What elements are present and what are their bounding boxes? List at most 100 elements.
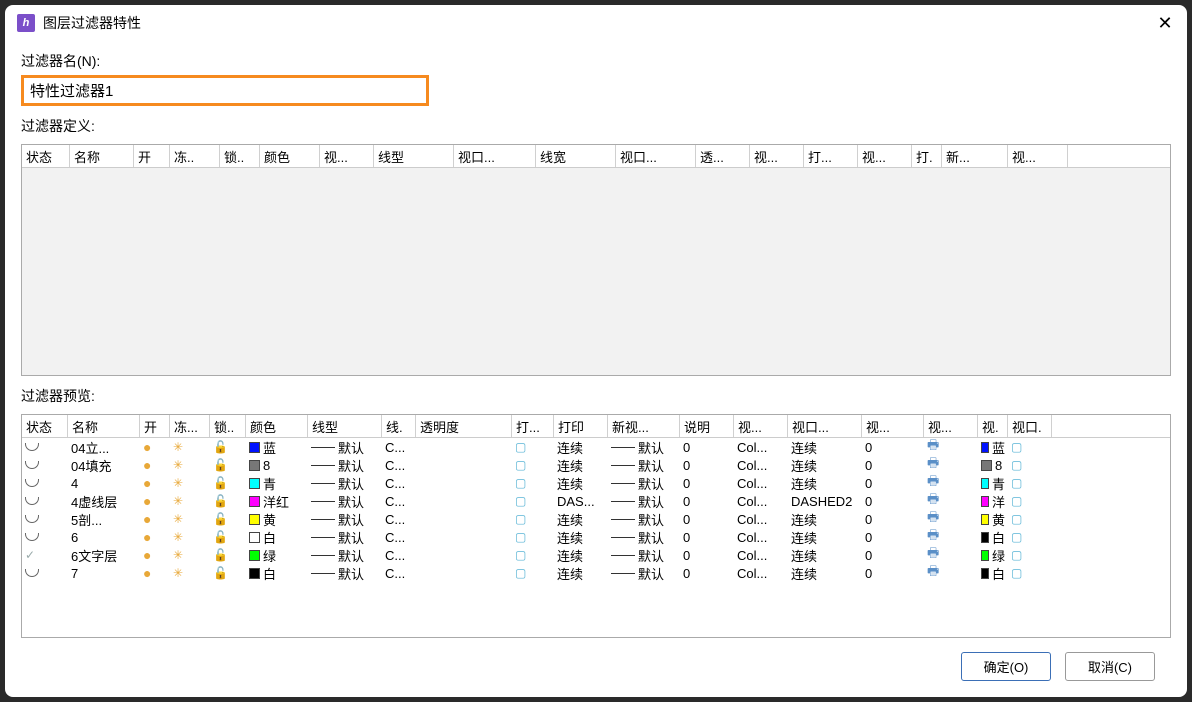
page-icon: ▢ — [515, 530, 526, 544]
table-row[interactable]: 7●✳🔓白默认C...▢连续默认0Col...连续0🖶白▢ — [22, 564, 1170, 582]
preview-col-header[interactable]: 线. — [382, 415, 416, 437]
layer-name: 6 — [71, 530, 78, 545]
def-col-header[interactable]: 状态 — [22, 145, 70, 167]
preview-col-header[interactable]: 新视... — [608, 415, 680, 437]
filter-preview-area: 状态名称开冻...锁..颜色线型线.透明度打...打印新视...说明视...视口… — [21, 414, 1171, 638]
def-col-header[interactable]: 视... — [750, 145, 804, 167]
table-row[interactable]: 4●✳🔓青默认C...▢连续默认0Col...连续0🖶青▢ — [22, 474, 1170, 492]
table-row[interactable]: ✓6文字层●✳🔓绿默认C...▢连续默认0Col...连续0🖶绿▢ — [22, 546, 1170, 564]
lock-icon: 🔓 — [213, 458, 228, 472]
status-icon — [25, 569, 39, 577]
def-col-header[interactable]: 打... — [804, 145, 858, 167]
table-row[interactable]: 04填充●✳🔓8默认C...▢连续默认0Col...连续0🖶8▢ — [22, 456, 1170, 474]
preview-col-header[interactable]: 视... — [862, 415, 924, 437]
page-icon: ▢ — [1011, 512, 1022, 526]
def-col-header[interactable]: 透... — [696, 145, 750, 167]
def-col-header[interactable]: 冻.. — [170, 145, 220, 167]
color-swatch — [249, 514, 260, 525]
color-swatch — [981, 568, 989, 579]
preview-header: 状态名称开冻...锁..颜色线型线.透明度打...打印新视...说明视...视口… — [22, 415, 1170, 438]
titlebar: h 图层过滤器特性 ✕ — [5, 5, 1187, 41]
lock-icon: 🔓 — [213, 530, 228, 544]
buttons: 确定(O) 取消(C) — [21, 642, 1171, 687]
preview-col-header[interactable]: 锁.. — [210, 415, 246, 437]
def-col-header[interactable]: 打. — [912, 145, 942, 167]
preview-col-header[interactable]: 开 — [140, 415, 170, 437]
page-icon: ▢ — [1011, 440, 1022, 454]
preview-col-header[interactable]: 视. — [978, 415, 1008, 437]
def-col-header[interactable]: 新... — [942, 145, 1008, 167]
table-row[interactable]: 04立...●✳🔓蓝默认C...▢连续默认0Col...连续0🖶蓝▢ — [22, 438, 1170, 456]
def-col-header[interactable]: 颜色 — [260, 145, 320, 167]
status-icon — [25, 515, 39, 523]
on-icon: ● — [143, 565, 151, 581]
preview-col-header[interactable]: 状态 — [22, 415, 68, 437]
check-icon: ✓ — [25, 548, 35, 562]
filter-preview-label: 过滤器预览: — [21, 386, 1171, 406]
filter-definition-area: 状态名称开冻..锁..颜色视...线型视口...线宽视口...透...视...打… — [21, 144, 1171, 376]
lock-icon: 🔓 — [213, 494, 228, 508]
color-swatch — [981, 496, 989, 507]
color-swatch — [249, 532, 260, 543]
color-swatch — [249, 496, 260, 507]
app-icon: h — [17, 14, 35, 32]
def-col-header[interactable]: 视口... — [616, 145, 696, 167]
table-row[interactable]: 6●✳🔓白默认C...▢连续默认0Col...连续0🖶白▢ — [22, 528, 1170, 546]
on-icon: ● — [143, 439, 151, 455]
preview-col-header[interactable]: 名称 — [68, 415, 140, 437]
color-swatch — [981, 442, 989, 453]
preview-col-header[interactable]: 颜色 — [246, 415, 308, 437]
layer-name: 5剖... — [71, 510, 102, 528]
table-row[interactable]: 5剖...●✳🔓黄默认C...▢连续默认0Col...连续0🖶黄▢ — [22, 510, 1170, 528]
preview-col-header[interactable]: 视口. — [1008, 415, 1052, 437]
layer-name: 4虚线层 — [71, 492, 117, 510]
def-col-header[interactable]: 视... — [1008, 145, 1068, 167]
page-icon: ▢ — [515, 548, 526, 562]
preview-col-header[interactable]: 冻... — [170, 415, 210, 437]
page-icon: ▢ — [515, 458, 526, 472]
close-button[interactable]: ✕ — [1155, 13, 1175, 33]
table-row[interactable]: 4虚线层●✳🔓洋红默认C...▢DAS...默认0Col...DASHED20🖶… — [22, 492, 1170, 510]
ok-button[interactable]: 确定(O) — [961, 652, 1051, 681]
cancel-button[interactable]: 取消(C) — [1065, 652, 1155, 681]
layer-name: 04填充 — [71, 456, 111, 474]
preview-col-header[interactable]: 视... — [734, 415, 788, 437]
def-header: 状态名称开冻..锁..颜色视...线型视口...线宽视口...透...视...打… — [22, 145, 1170, 168]
page-icon: ▢ — [1011, 494, 1022, 508]
freeze-icon: ✳ — [173, 512, 183, 526]
on-icon: ● — [143, 457, 151, 473]
freeze-icon: ✳ — [173, 566, 183, 580]
preview-col-header[interactable]: 打印 — [554, 415, 608, 437]
def-col-header[interactable]: 视口... — [454, 145, 536, 167]
preview-col-header[interactable]: 视口... — [788, 415, 862, 437]
def-col-header[interactable]: 线型 — [374, 145, 454, 167]
freeze-icon: ✳ — [173, 458, 183, 472]
def-col-header[interactable]: 视... — [320, 145, 374, 167]
page-icon: ▢ — [1011, 548, 1022, 562]
def-col-header[interactable]: 开 — [134, 145, 170, 167]
lock-icon: 🔓 — [213, 512, 228, 526]
lock-icon: 🔓 — [213, 476, 228, 490]
preview-col-header[interactable]: 线型 — [308, 415, 382, 437]
preview-col-header[interactable]: 视... — [924, 415, 978, 437]
on-icon: ● — [143, 511, 151, 527]
def-col-header[interactable]: 视... — [858, 145, 912, 167]
preview-col-header[interactable]: 打... — [512, 415, 554, 437]
print-icon: 🖶 — [927, 510, 939, 528]
preview-rows: 04立...●✳🔓蓝默认C...▢连续默认0Col...连续0🖶蓝▢04填充 ● ✳… — [22, 438, 1170, 582]
preview-col-header[interactable]: 说明 — [680, 415, 734, 437]
page-icon: ▢ — [515, 440, 526, 454]
preview-col-header[interactable]: 透明度 — [416, 415, 512, 437]
on-icon: ● — [143, 475, 151, 491]
page-icon: ▢ — [1011, 458, 1022, 472]
def-col-header[interactable]: 锁.. — [220, 145, 260, 167]
filter-name-input[interactable] — [21, 75, 429, 106]
color-swatch — [981, 550, 989, 561]
dialog: h 图层过滤器特性 ✕ 过滤器名(N): 过滤器定义: 状态名称开冻..锁..颜… — [5, 5, 1187, 697]
def-col-header[interactable]: 线宽 — [536, 145, 616, 167]
layer-name: 7 — [71, 566, 78, 581]
page-icon: ▢ — [1011, 476, 1022, 490]
freeze-icon: ✳ — [173, 476, 183, 490]
def-col-header[interactable]: 名称 — [70, 145, 134, 167]
status-icon — [25, 443, 39, 451]
